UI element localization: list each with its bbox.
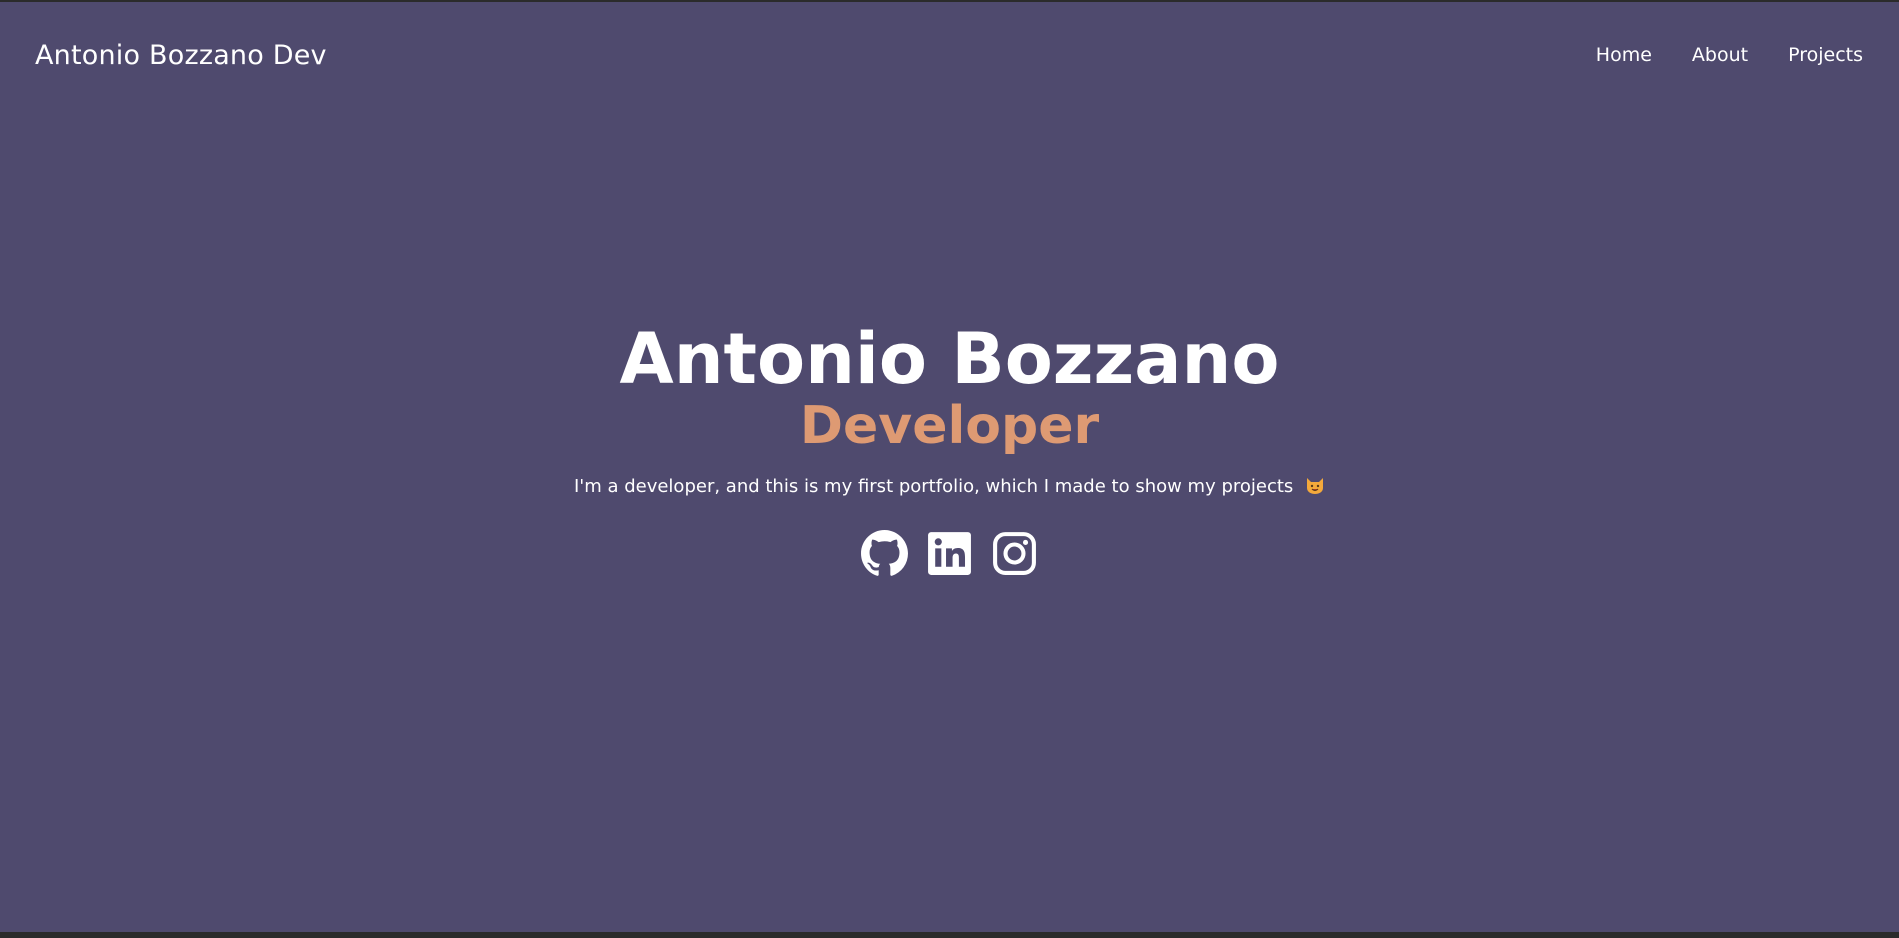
navbar: Antonio Bozzano Dev Home About Projects (0, 2, 1899, 108)
hero-description-line: I'm a developer, and this is my first po… (574, 476, 1325, 497)
hero-description: I'm a developer, and this is my first po… (573, 476, 1294, 497)
nav-link-home[interactable]: Home (1596, 44, 1652, 66)
github-icon (861, 530, 908, 576)
nav-links: Home About Projects (1596, 44, 1863, 66)
instagram-icon (993, 532, 1036, 575)
hero-role: Developer (799, 396, 1100, 456)
smiling-cat-emoji-icon (1305, 477, 1325, 495)
instagram-link[interactable] (990, 529, 1039, 578)
nav-link-projects[interactable]: Projects (1788, 44, 1863, 66)
bottom-edge (0, 932, 1899, 935)
page: Antonio Bozzano Dev Home About Projects … (0, 2, 1899, 935)
github-link[interactable] (860, 529, 909, 578)
linkedin-icon (928, 532, 971, 575)
social-links (860, 529, 1039, 578)
hero-name: Antonio Bozzano (619, 318, 1280, 400)
nav-link-about[interactable]: About (1692, 44, 1748, 66)
hero-section: Antonio Bozzano Developer I'm a develope… (0, 324, 1899, 578)
brand-link[interactable]: Antonio Bozzano Dev (35, 40, 327, 71)
linkedin-link[interactable] (925, 529, 974, 578)
